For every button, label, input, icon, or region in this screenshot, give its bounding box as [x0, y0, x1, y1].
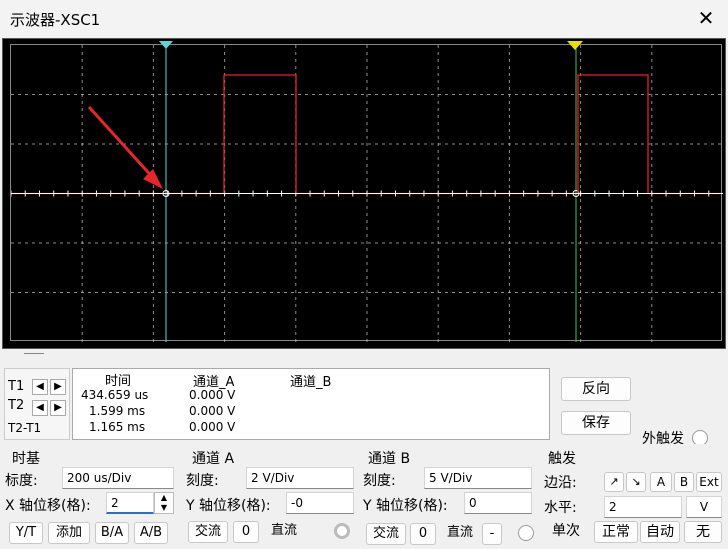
scope-grid	[11, 45, 723, 342]
x-position-stepper[interactable]: ▲ ▼	[154, 492, 174, 514]
stepper-up-icon[interactable]: ▲	[155, 493, 173, 503]
channel-b-zero-button[interactable]: 0	[410, 523, 436, 545]
t2-label: T2	[8, 398, 25, 413]
channel-a-radio[interactable]	[334, 523, 350, 539]
close-icon[interactable]: ✕	[694, 6, 718, 30]
reverse-button[interactable]: 反向	[561, 377, 631, 401]
readout-table: 时间 通道_A 通道_B 434.659 us 0.000 V 1.599 ms…	[72, 368, 550, 440]
row3-time: 1.165 ms	[89, 420, 146, 434]
ba-button[interactable]: B/A	[95, 522, 129, 544]
channel-a-trace	[11, 74, 723, 195]
trigger-edge-label: 边沿:	[544, 475, 577, 491]
t2-left-arrow-icon[interactable]: ◀	[32, 400, 48, 416]
channel-a-ypos-label: Y 轴位移(格):	[186, 498, 271, 514]
trigger-level-label: 水平:	[544, 500, 577, 516]
row2-time: 1.599 ms	[89, 404, 146, 418]
timebase-title: 时基	[12, 451, 40, 467]
channel-b-scale-label: 刻度:	[363, 473, 396, 489]
single-button[interactable]: 单次	[544, 521, 588, 543]
channel-b-ypos-field[interactable]: 0	[464, 492, 532, 514]
title-bar	[0, 0, 728, 38]
t1-right-arrow-icon[interactable]: ▶	[50, 379, 66, 395]
row2-a: 0.000 V	[189, 404, 236, 418]
x-position-label: X 轴位移(格):	[5, 498, 91, 514]
window-title: 示波器-XSC1	[10, 11, 101, 29]
ab-button[interactable]: A/B	[134, 522, 168, 544]
cursor-2-marker-icon[interactable]	[567, 41, 583, 50]
save-button[interactable]: 保存	[561, 411, 631, 435]
header-time: 时间	[105, 374, 132, 389]
channel-b-ypos-label: Y 轴位移(格):	[363, 498, 448, 514]
auto-button[interactable]: 自动	[640, 521, 680, 543]
yt-button[interactable]: Y/T	[9, 522, 43, 544]
t2-right-arrow-icon[interactable]: ▶	[50, 400, 66, 416]
channel-b-scale-field[interactable]: 5 V/Div	[424, 467, 532, 489]
splitter-handle[interactable]	[24, 353, 44, 354]
channel-a-zero-button[interactable]: 0	[233, 521, 259, 543]
rising-edge-icon[interactable]: ↗	[604, 472, 624, 492]
trigger-title: 触发	[548, 451, 576, 467]
header-channel-b: 通道_B	[290, 375, 332, 390]
row1-a: 0.000 V	[189, 388, 236, 402]
channel-a-ypos-field[interactable]: -0	[286, 492, 354, 514]
cursor-1-marker-icon[interactable]	[159, 41, 173, 49]
trigger-ext-button[interactable]: Ext	[696, 472, 722, 492]
scope-screen[interactable]	[10, 44, 723, 342]
timebase-scale-field[interactable]: 200 us/Div	[62, 467, 174, 489]
t1-left-arrow-icon[interactable]: ◀	[32, 379, 48, 395]
t2t1-label: T2-T1	[8, 421, 42, 435]
none-button[interactable]: 无	[684, 521, 722, 543]
x-position-input[interactable]: 2	[106, 492, 154, 514]
channel-b-dc-button[interactable]: 直流	[440, 523, 480, 545]
channel-a-scale-label: 刻度:	[186, 473, 219, 489]
normal-button[interactable]: 正常	[594, 521, 638, 543]
channel-b-radio[interactable]	[518, 525, 534, 541]
add-button[interactable]: 添加	[48, 522, 90, 544]
trigger-level-field[interactable]: 2	[604, 496, 682, 518]
channel-b-minus-button[interactable]: -	[482, 523, 502, 545]
channel-a-scale-field[interactable]: 2 V/Div	[246, 467, 354, 489]
channel-a-ac-button[interactable]: 交流	[188, 521, 228, 543]
channel-b-ac-button[interactable]: 交流	[366, 523, 406, 545]
row3-a: 0.000 V	[189, 420, 236, 434]
row1-time: 434.659 us	[81, 388, 149, 402]
channel-b-title: 通道 B	[368, 451, 411, 467]
trigger-a-button[interactable]: A	[650, 472, 672, 492]
falling-edge-icon[interactable]: ↘	[626, 472, 646, 492]
trigger-level-unit[interactable]: V	[686, 496, 722, 518]
trigger-b-button[interactable]: B	[674, 472, 694, 492]
timebase-scale-label: 标度:	[5, 473, 38, 489]
channel-a-dc-button[interactable]: 直流	[264, 521, 304, 543]
t1-label: T1	[8, 379, 25, 394]
channel-a-title: 通道 A	[192, 451, 235, 467]
stepper-down-icon[interactable]: ▼	[155, 503, 173, 513]
